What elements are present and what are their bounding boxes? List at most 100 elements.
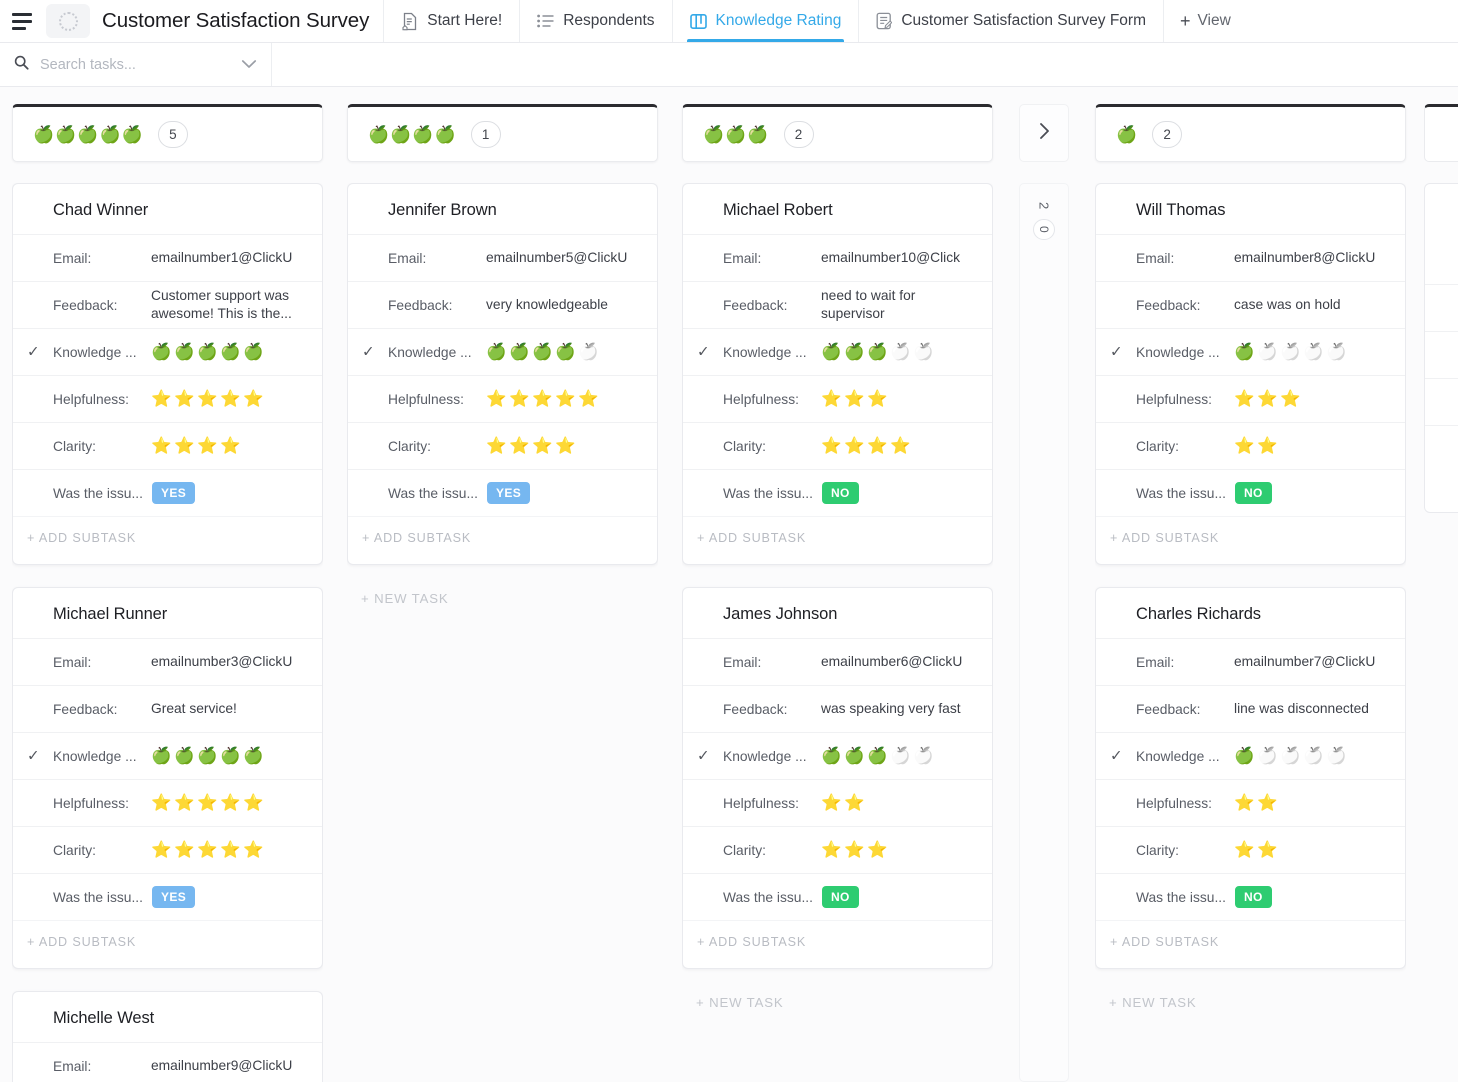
collapsed-column[interactable]: 20	[1019, 104, 1069, 1082]
new-task-button[interactable]: + NEW TASK	[1095, 991, 1406, 1010]
tab-respondents[interactable]: Respondents	[519, 0, 671, 42]
star-filled-icon[interactable]: ⭐	[867, 390, 890, 408]
star-filled-icon[interactable]: ⭐	[220, 841, 243, 859]
task-card[interactable]: James Johnson Email: emailnumber6@ClickU Fe…	[682, 587, 993, 969]
star-filled-icon[interactable]: ⭐	[844, 390, 867, 408]
star-filled-icon[interactable]: ⭐	[151, 794, 174, 812]
star-filled-icon[interactable]: ⭐	[243, 794, 266, 812]
field-value-email[interactable]: emailnumber1@ClickU	[151, 249, 292, 267]
star-filled-icon[interactable]: ⭐	[151, 390, 174, 408]
field-value-feedback[interactable]: was speaking very fast	[821, 700, 961, 718]
star-filled-icon[interactable]: ⭐	[1257, 841, 1280, 859]
star-filled-icon[interactable]: ⭐	[197, 390, 220, 408]
new-task-button[interactable]: + NEW TASK	[682, 991, 993, 1010]
checkmark-icon[interactable]: ✓	[27, 749, 40, 764]
field-value-email[interactable]: emailnumber10@Click	[821, 249, 960, 267]
star-filled-icon[interactable]: ⭐	[174, 390, 197, 408]
apple-filled-icon[interactable]: 🍏	[867, 343, 890, 361]
star-filled-icon[interactable]: ⭐	[821, 794, 844, 812]
star-empty-icon[interactable]: ⭐	[1326, 437, 1349, 455]
star-filled-icon[interactable]: ⭐	[243, 841, 266, 859]
apple-empty-icon[interactable]: 🍏	[1326, 747, 1349, 765]
tab-customer-satisfaction-survey-form[interactable]: Customer Satisfaction Survey Form	[858, 0, 1163, 42]
column-header[interactable]: 🍏 2	[1095, 104, 1406, 162]
apple-filled-icon[interactable]: 🍏	[867, 747, 890, 765]
field-value-email[interactable]: emailnumber6@ClickU	[821, 653, 962, 671]
knowledge-rating[interactable]: 🍏🍏🍏🍏🍏	[151, 343, 266, 361]
star-filled-icon[interactable]: ⭐	[486, 390, 509, 408]
star-filled-icon[interactable]: ⭐	[821, 841, 844, 859]
star-empty-icon[interactable]: ⭐	[243, 437, 266, 455]
star-empty-icon[interactable]: ⭐	[913, 437, 936, 455]
field-value-feedback[interactable]: Customer support was awesome! This is th…	[151, 287, 308, 324]
star-empty-icon[interactable]: ⭐	[913, 794, 936, 812]
star-empty-icon[interactable]: ⭐	[890, 390, 913, 408]
star-filled-icon[interactable]: ⭐	[174, 437, 197, 455]
star-filled-icon[interactable]: ⭐	[486, 437, 509, 455]
star-filled-icon[interactable]: ⭐	[1234, 841, 1257, 859]
add-subtask-button[interactable]: + ADD SUBTASK	[13, 516, 322, 558]
star-filled-icon[interactable]: ⭐	[243, 390, 266, 408]
apple-filled-icon[interactable]: 🍏	[1234, 343, 1257, 361]
status-badge[interactable]: YES	[151, 886, 196, 908]
apple-empty-icon[interactable]: 🍏	[1257, 343, 1280, 361]
field-value-email[interactable]: emailnumber5@ClickU	[486, 249, 627, 267]
apple-filled-icon[interactable]: 🍏	[1234, 747, 1257, 765]
star-empty-icon[interactable]: ⭐	[1326, 390, 1349, 408]
apple-empty-icon[interactable]: 🍏	[1280, 747, 1303, 765]
star-filled-icon[interactable]: ⭐	[509, 390, 532, 408]
star-empty-icon[interactable]: ⭐	[867, 794, 890, 812]
apple-filled-icon[interactable]: 🍏	[821, 747, 844, 765]
star-empty-icon[interactable]: ⭐	[890, 841, 913, 859]
tab-start-here[interactable]: Start Here!	[383, 0, 519, 42]
add-view-button[interactable]: + View	[1162, 0, 1247, 42]
star-filled-icon[interactable]: ⭐	[151, 437, 174, 455]
star-empty-icon[interactable]: ⭐	[890, 794, 913, 812]
star-empty-icon[interactable]: ⭐	[1303, 437, 1326, 455]
field-value-feedback[interactable]: need to wait for supervisor	[821, 287, 978, 324]
knowledge-rating[interactable]: 🍏🍏🍏🍏🍏	[1234, 343, 1349, 361]
star-empty-icon[interactable]: ⭐	[1303, 794, 1326, 812]
star-filled-icon[interactable]: ⭐	[220, 437, 243, 455]
star-filled-icon[interactable]: ⭐	[220, 390, 243, 408]
star-filled-icon[interactable]: ⭐	[151, 841, 174, 859]
task-card[interactable]: Will Thomas Email: emailnumber8@ClickU Feed…	[1095, 183, 1406, 565]
star-empty-icon[interactable]: ⭐	[913, 390, 936, 408]
helpfulness-rating[interactable]: ⭐⭐⭐⭐⭐	[1234, 794, 1349, 812]
status-badge[interactable]: NO	[821, 482, 859, 504]
apple-filled-icon[interactable]: 🍏	[220, 747, 243, 765]
task-card[interactable]: Jennifer Brown Email: emailnumber5@ClickU F…	[347, 183, 658, 565]
field-value-feedback[interactable]: very knowledgeable	[486, 296, 608, 314]
clarity-rating[interactable]: ⭐⭐⭐⭐⭐	[151, 841, 266, 859]
apple-empty-icon[interactable]: 🍏	[1257, 747, 1280, 765]
star-filled-icon[interactable]: ⭐	[867, 437, 890, 455]
status-badge[interactable]: NO	[1234, 886, 1272, 908]
clarity-rating[interactable]: ⭐⭐⭐⭐⭐	[151, 437, 266, 455]
checkmark-icon[interactable]: ✓	[697, 749, 710, 764]
clarity-rating[interactable]: ⭐⭐⭐⭐⭐	[486, 437, 601, 455]
star-filled-icon[interactable]: ⭐	[1234, 794, 1257, 812]
field-value-email[interactable]: emailnumber9@ClickU	[151, 1057, 292, 1075]
star-empty-icon[interactable]: ⭐	[1326, 841, 1349, 859]
add-subtask-button[interactable]: + ADD SUBTASK	[1096, 920, 1405, 962]
apple-filled-icon[interactable]: 🍏	[532, 343, 555, 361]
task-card[interactable]: Michael Robert Email: emailnumber10@Click F…	[682, 183, 993, 565]
checkmark-icon[interactable]: ✓	[1110, 749, 1123, 764]
apple-filled-icon[interactable]: 🍏	[821, 343, 844, 361]
clarity-rating[interactable]: ⭐⭐⭐⭐⭐	[1234, 437, 1349, 455]
helpfulness-rating[interactable]: ⭐⭐⭐⭐⭐	[821, 390, 936, 408]
apple-empty-icon[interactable]: 🍏	[913, 747, 936, 765]
star-empty-icon[interactable]: ⭐	[1303, 390, 1326, 408]
star-empty-icon[interactable]: ⭐	[1280, 794, 1303, 812]
apple-filled-icon[interactable]: 🍏	[151, 747, 174, 765]
star-filled-icon[interactable]: ⭐	[867, 841, 890, 859]
knowledge-rating[interactable]: 🍏🍏🍏🍏🍏	[821, 747, 936, 765]
expand-column-button[interactable]	[1019, 104, 1069, 162]
field-value-email[interactable]: emailnumber8@ClickU	[1234, 249, 1375, 267]
star-filled-icon[interactable]: ⭐	[197, 437, 220, 455]
star-filled-icon[interactable]: ⭐	[220, 794, 243, 812]
star-filled-icon[interactable]: ⭐	[1257, 794, 1280, 812]
star-empty-icon[interactable]: ⭐	[913, 841, 936, 859]
star-filled-icon[interactable]: ⭐	[174, 841, 197, 859]
apple-filled-icon[interactable]: 🍏	[243, 343, 266, 361]
